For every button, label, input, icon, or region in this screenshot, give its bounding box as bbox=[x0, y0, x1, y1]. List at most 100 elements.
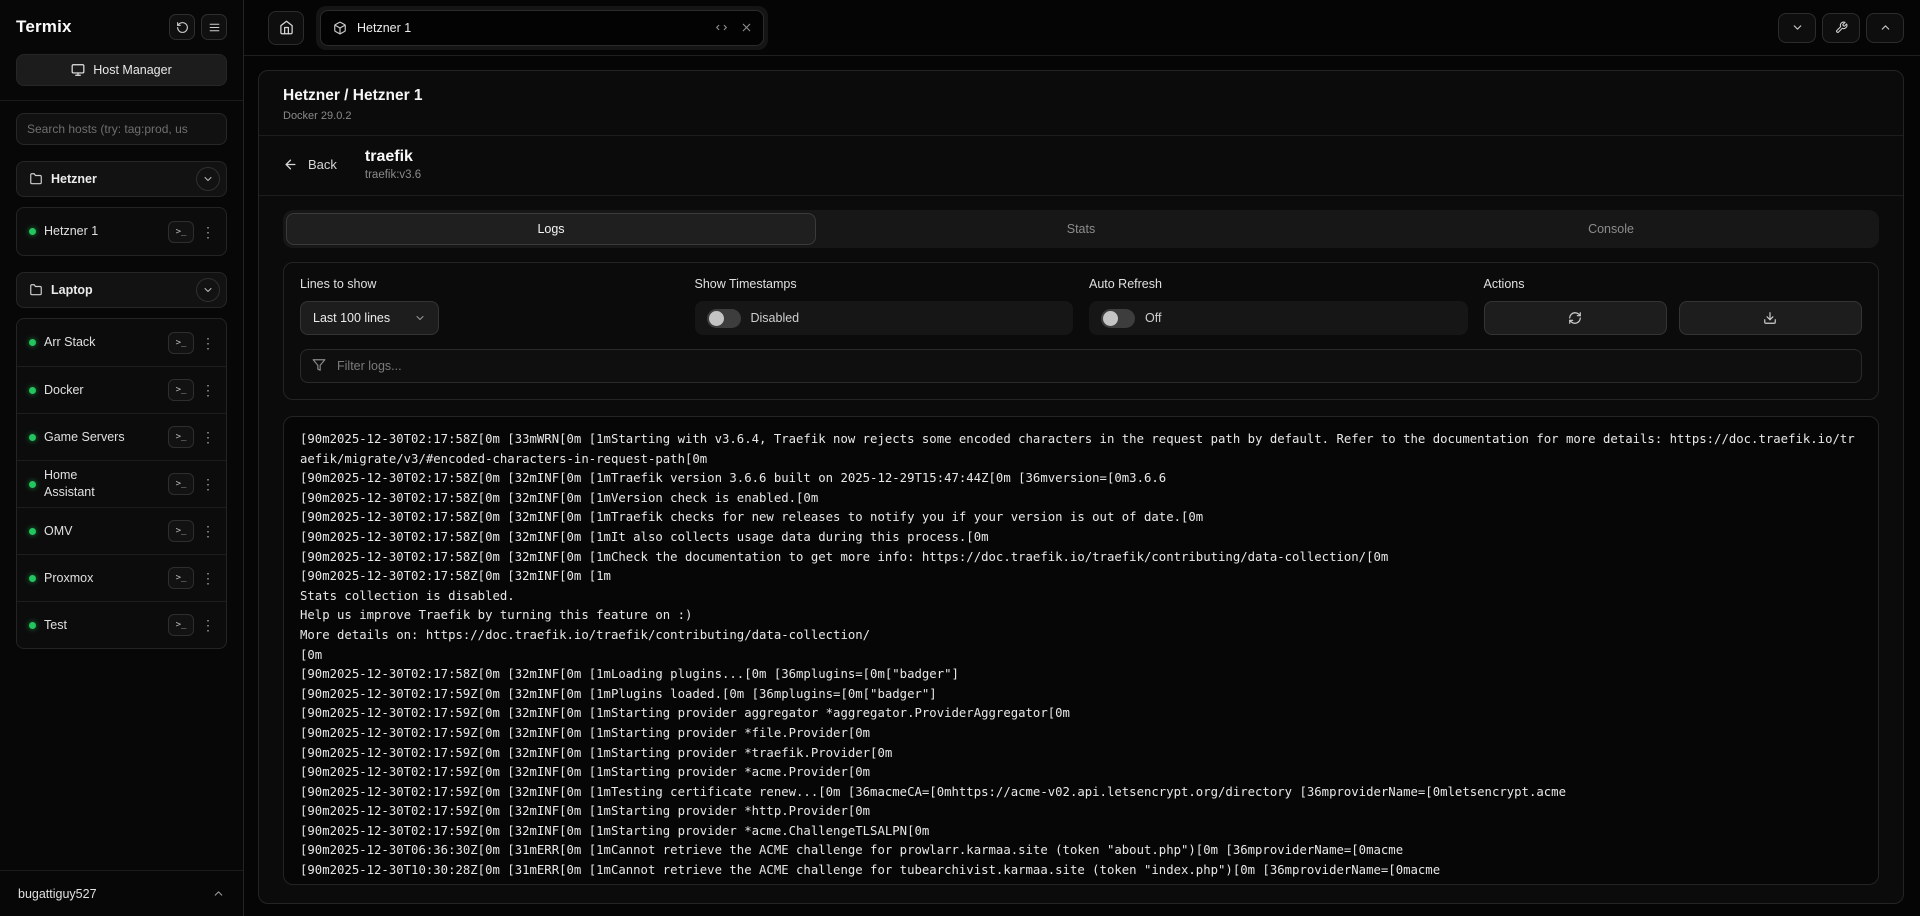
chevron-up-icon bbox=[1879, 21, 1892, 34]
kebab-menu-button[interactable]: ⋮ bbox=[198, 473, 218, 495]
folder-icon bbox=[29, 283, 43, 297]
toggle-switch-off[interactable] bbox=[707, 309, 741, 328]
status-dot bbox=[29, 481, 36, 488]
kebab-menu-button[interactable]: ⋮ bbox=[198, 520, 218, 542]
log-line: Help us improve Traefik by turning this … bbox=[300, 606, 1862, 626]
host-row-game-servers[interactable]: Game Servers >_ ⋮ bbox=[17, 413, 226, 460]
tab-hetzner-1[interactable]: Hetzner 1 bbox=[320, 10, 764, 46]
home-button[interactable] bbox=[268, 11, 304, 45]
tools-button[interactable] bbox=[1822, 13, 1860, 43]
back-button[interactable]: Back bbox=[283, 157, 337, 172]
host-row-docker[interactable]: Docker >_ ⋮ bbox=[17, 366, 226, 413]
host-manager-button[interactable]: Host Manager bbox=[16, 54, 227, 86]
kebab-menu-button[interactable]: ⋮ bbox=[198, 614, 218, 636]
group-header-hetzner[interactable]: Hetzner bbox=[16, 161, 227, 197]
terminal-button[interactable]: >_ bbox=[168, 332, 194, 354]
chevron-down-icon bbox=[1791, 21, 1804, 34]
app-root: Termix Host Manager Hetzner bbox=[0, 0, 1920, 916]
filter-logs-input[interactable] bbox=[300, 349, 1862, 383]
user-menu[interactable]: bugattiguy527 bbox=[0, 870, 243, 916]
log-line: [90m2025-12-30T02:17:59Z[0m [32mINF[0m [… bbox=[300, 763, 1862, 783]
lines-to-show-dropdown[interactable]: Last 100 lines bbox=[300, 301, 439, 335]
log-line: [90m2025-12-30T02:17:59Z[0m [32mINF[0m [… bbox=[300, 685, 1862, 705]
tab-label: Hetzner 1 bbox=[357, 21, 705, 35]
terminal-button[interactable]: >_ bbox=[168, 614, 194, 636]
kebab-menu-button[interactable]: ⋮ bbox=[198, 426, 218, 448]
kebab-menu-button[interactable]: ⋮ bbox=[198, 221, 218, 243]
terminal-button[interactable]: >_ bbox=[168, 520, 194, 542]
terminal-icon: >_ bbox=[176, 479, 187, 489]
kebab-menu-button[interactable]: ⋮ bbox=[198, 567, 218, 589]
chevron-down-icon[interactable] bbox=[196, 167, 220, 191]
tab-console[interactable]: Console bbox=[1346, 213, 1876, 245]
host-row-arr-stack[interactable]: Arr Stack >_ ⋮ bbox=[17, 319, 226, 366]
home-icon bbox=[279, 20, 294, 35]
toggle-switch-off[interactable] bbox=[1101, 309, 1135, 328]
host-row-test[interactable]: Test >_ ⋮ bbox=[17, 601, 226, 648]
terminal-icon: >_ bbox=[176, 227, 187, 237]
split-view-icon[interactable] bbox=[715, 21, 728, 34]
kebab-icon: ⋮ bbox=[201, 382, 215, 398]
reload-button[interactable] bbox=[169, 14, 195, 40]
log-line: [90m2025-12-30T02:17:58Z[0m [32mINF[0m [… bbox=[300, 548, 1862, 568]
status-dot bbox=[29, 528, 36, 535]
tab-logs[interactable]: Logs bbox=[286, 213, 816, 245]
group-label: Laptop bbox=[51, 283, 188, 297]
log-output[interactable]: [90m2025-12-30T02:17:58Z[0m [33mWRN[0m [… bbox=[283, 416, 1879, 885]
menu-button[interactable] bbox=[201, 14, 227, 40]
view-tabs: Logs Stats Console bbox=[283, 210, 1879, 248]
refresh-logs-button[interactable] bbox=[1484, 301, 1667, 335]
log-line: [90m2025-12-30T02:17:58Z[0m [32mINF[0m [… bbox=[300, 567, 1862, 587]
collapse-button[interactable] bbox=[1778, 13, 1816, 43]
kebab-icon: ⋮ bbox=[201, 476, 215, 492]
host-row-proxmox[interactable]: Proxmox >_ ⋮ bbox=[17, 554, 226, 601]
kebab-menu-button[interactable]: ⋮ bbox=[198, 332, 218, 354]
terminal-button[interactable]: >_ bbox=[168, 426, 194, 448]
log-line: [90m2025-12-30T02:17:59Z[0m [32mINF[0m [… bbox=[300, 744, 1862, 764]
log-line: [90m2025-12-30T10:30:28Z[0m [31mERR[0m [… bbox=[300, 861, 1862, 881]
host-name: Game Servers bbox=[44, 429, 125, 446]
close-icon[interactable] bbox=[740, 21, 753, 34]
runtime-version: Docker 29.0.2 bbox=[283, 110, 1879, 122]
terminal-button[interactable]: >_ bbox=[168, 379, 194, 401]
terminal-button[interactable]: >_ bbox=[168, 567, 194, 589]
status-dot bbox=[29, 575, 36, 582]
status-dot bbox=[29, 434, 36, 441]
chevron-down-icon[interactable] bbox=[196, 278, 220, 302]
show-timestamps-toggle[interactable]: Disabled bbox=[695, 301, 1074, 335]
host-name: OMV bbox=[44, 523, 72, 540]
host-row-home-assistant[interactable]: Home Assistant >_ ⋮ bbox=[17, 460, 226, 507]
host-row-hetzner-1[interactable]: Hetzner 1 >_ ⋮ bbox=[17, 208, 226, 255]
terminal-button[interactable]: >_ bbox=[168, 473, 194, 495]
log-line: [90m2025-12-30T02:17:59Z[0m [32mINF[0m [… bbox=[300, 783, 1862, 803]
auto-refresh-toggle[interactable]: Off bbox=[1089, 301, 1468, 335]
panel-header: Hetzner / Hetzner 1 Docker 29.0.2 bbox=[259, 71, 1903, 136]
container-icon bbox=[333, 21, 347, 35]
host-list-laptop: Arr Stack >_ ⋮ Docker >_ ⋮ Game Servers … bbox=[16, 318, 227, 649]
status-dot bbox=[29, 228, 36, 235]
expand-button[interactable] bbox=[1866, 13, 1904, 43]
terminal-button[interactable]: >_ bbox=[168, 221, 194, 243]
refresh-icon bbox=[1568, 311, 1582, 325]
tab-stats[interactable]: Stats bbox=[816, 213, 1346, 245]
log-line: [90m2025-12-30T02:17:58Z[0m [32mINF[0m [… bbox=[300, 469, 1862, 489]
auto-refresh-state: Off bbox=[1145, 311, 1161, 325]
group-header-laptop[interactable]: Laptop bbox=[16, 272, 227, 308]
chevron-up-icon bbox=[212, 887, 225, 900]
top-bar: Hetzner 1 bbox=[244, 0, 1920, 56]
search-input[interactable] bbox=[16, 113, 227, 145]
host-row-omv[interactable]: OMV >_ ⋮ bbox=[17, 507, 226, 554]
log-line: [90m2025-12-30T02:17:58Z[0m [32mINF[0m [… bbox=[300, 489, 1862, 509]
log-line: [90m2025-12-30T02:17:59Z[0m [32mINF[0m [… bbox=[300, 724, 1862, 744]
kebab-menu-button[interactable]: ⋮ bbox=[198, 379, 218, 401]
folder-icon bbox=[29, 172, 43, 186]
actions-label: Actions bbox=[1484, 277, 1863, 291]
download-icon bbox=[1763, 311, 1777, 325]
log-line: [90m2025-12-30T02:17:58Z[0m [32mINF[0m [… bbox=[300, 665, 1862, 685]
sidebar: Termix Host Manager Hetzner bbox=[0, 0, 244, 916]
show-timestamps-state: Disabled bbox=[751, 311, 800, 325]
lines-to-show-value: Last 100 lines bbox=[313, 311, 390, 325]
terminal-icon: >_ bbox=[176, 620, 187, 630]
download-logs-button[interactable] bbox=[1679, 301, 1862, 335]
status-dot bbox=[29, 622, 36, 629]
